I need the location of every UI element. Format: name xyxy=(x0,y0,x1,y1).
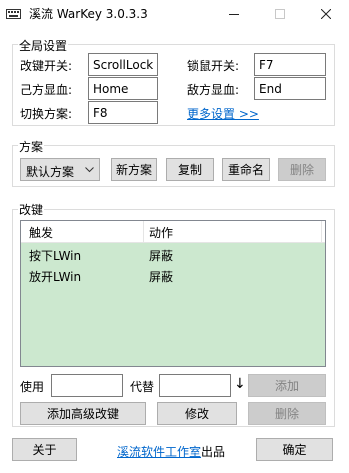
list-header: 触发 动作 xyxy=(21,221,325,243)
replace-key-field[interactable] xyxy=(159,374,231,397)
mouse-lock-field[interactable]: F7 xyxy=(254,53,326,76)
table-row[interactable]: 按下LWin 屏蔽 xyxy=(21,244,325,265)
about-button[interactable]: 关于 xyxy=(12,438,77,461)
more-settings-link[interactable]: 更多设置 >> xyxy=(187,105,259,122)
own-hp-field[interactable]: Home xyxy=(88,77,158,100)
rename-scheme-button[interactable]: 重命名 xyxy=(222,158,270,181)
chevron-down-icon xyxy=(85,167,94,173)
scheme-select[interactable]: 默认方案 xyxy=(20,158,100,181)
maximize-icon xyxy=(275,8,285,19)
row-action: 屏蔽 xyxy=(149,249,174,263)
title-bar[interactable]: 溪流 WarKey 3.0.3.3 xyxy=(0,0,349,27)
keyboard-icon xyxy=(6,9,21,19)
toggle-remap-label: 改键开关: xyxy=(20,59,73,73)
row-action: 屏蔽 xyxy=(149,270,174,284)
enemy-hp-label: 敌方显血: xyxy=(187,83,240,97)
maximize-button xyxy=(257,0,303,27)
add-remap-button: 添加 xyxy=(248,374,326,397)
modify-remap-button[interactable]: 修改 xyxy=(157,402,237,425)
scheme-select-value: 默认方案 xyxy=(26,165,75,179)
minimize-button[interactable] xyxy=(211,0,257,27)
close-button[interactable] xyxy=(303,0,349,27)
use-label: 使用 xyxy=(20,380,45,394)
ok-button[interactable]: 确定 xyxy=(256,438,333,461)
mouse-lock-label: 锁鼠开关: xyxy=(187,59,240,73)
minimize-icon xyxy=(229,13,239,15)
studio-link[interactable]: 溪流软件工作室 xyxy=(117,443,201,460)
switch-scheme-label: 切换方案: xyxy=(20,107,73,121)
scheme-group-label: 方案 xyxy=(18,138,45,155)
row-trigger: 放开LWin xyxy=(29,270,82,284)
column-divider[interactable] xyxy=(321,221,322,243)
table-row[interactable]: 放开LWin 屏蔽 xyxy=(21,265,325,286)
add-advanced-remap-button[interactable]: 添加高级改键 xyxy=(20,402,146,425)
delete-scheme-button: 删除 xyxy=(278,158,326,181)
column-header-trigger[interactable]: 触发 xyxy=(29,224,53,241)
credit-suffix: 出品 xyxy=(201,445,226,459)
toggle-remap-field[interactable]: ScrollLock xyxy=(88,53,158,76)
column-header-action[interactable]: 动作 xyxy=(149,224,173,241)
window-title: 溪流 WarKey 3.0.3.3 xyxy=(29,7,148,21)
enemy-hp-field[interactable]: End xyxy=(254,77,326,100)
close-icon xyxy=(321,8,331,19)
arrow-down-icon[interactable]: ↓ xyxy=(234,376,246,392)
remap-list[interactable]: 触发 动作 按下LWin 屏蔽 放开LWin 屏蔽 xyxy=(20,220,326,367)
delete-remap-button: 删除 xyxy=(248,402,326,425)
remap-group-label: 改键 xyxy=(18,201,45,218)
own-hp-label: 己方显血: xyxy=(20,83,73,97)
new-scheme-button[interactable]: 新方案 xyxy=(111,158,157,181)
switch-scheme-field[interactable]: F8 xyxy=(88,101,158,124)
replace-label: 代替 xyxy=(130,380,155,394)
row-trigger: 按下LWin xyxy=(29,249,82,263)
global-settings-label: 全局设置 xyxy=(18,37,69,54)
copy-scheme-button[interactable]: 复制 xyxy=(166,158,214,181)
column-divider[interactable] xyxy=(143,221,144,243)
use-key-field[interactable] xyxy=(51,374,123,397)
